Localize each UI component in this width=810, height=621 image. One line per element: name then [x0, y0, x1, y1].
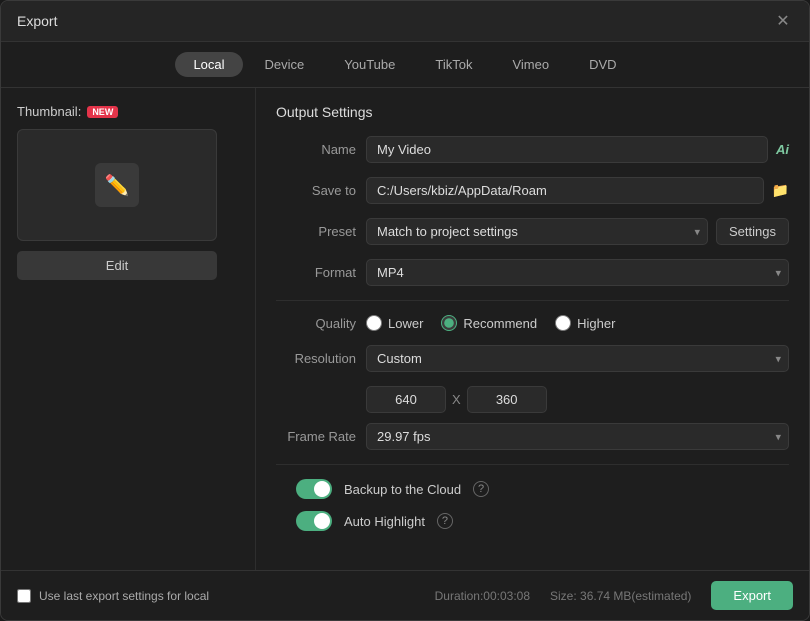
thumbnail-text: Thumbnail:	[17, 104, 81, 119]
framerate-row: Frame Rate 29.97 fps 24 fps 30 fps 60 fp…	[276, 423, 789, 450]
tab-dvd[interactable]: DVD	[571, 52, 634, 77]
left-panel: Thumbnail: NEW ✏️ Edit	[1, 88, 256, 570]
divider-1	[276, 300, 789, 301]
thumbnail-preview: ✏️	[17, 129, 217, 241]
autohighlight-help-icon[interactable]: ?	[437, 513, 453, 529]
quality-lower-label: Lower	[388, 316, 423, 331]
last-settings-label: Use last export settings for local	[39, 589, 209, 603]
resolution-select-wrap: Custom 1920x1080 1280x720	[366, 345, 789, 372]
quality-recommend-label: Recommend	[463, 316, 537, 331]
footer-right: Duration:00:03:08 Size: 36.74 MB(estimat…	[435, 581, 793, 610]
format-select[interactable]: MP4 MOV AVI	[366, 259, 789, 286]
window-title: Export	[17, 13, 57, 29]
backup-label: Backup to the Cloud	[344, 482, 461, 497]
format-row: Format MP4 MOV AVI	[276, 259, 789, 286]
resolution-label: Resolution	[276, 351, 356, 366]
framerate-select[interactable]: 29.97 fps 24 fps 30 fps 60 fps	[366, 423, 789, 450]
main-content: Thumbnail: NEW ✏️ Edit Output Settings N…	[1, 88, 809, 570]
quality-lower-radio[interactable]	[366, 315, 382, 331]
format-control: MP4 MOV AVI	[366, 259, 789, 286]
resolution-row: Resolution Custom 1920x1080 1280x720	[276, 345, 789, 372]
resolution-inputs: X	[366, 386, 789, 413]
preset-row: Preset Match to project settings Setting…	[276, 218, 789, 245]
quality-lower[interactable]: Lower	[366, 315, 423, 331]
export-button[interactable]: Export	[711, 581, 793, 610]
framerate-control: 29.97 fps 24 fps 30 fps 60 fps	[366, 423, 789, 450]
backup-help-icon[interactable]: ?	[473, 481, 489, 497]
right-panel: Output Settings Name Ai Save to 📁 Pres	[256, 88, 809, 570]
quality-control: Lower Recommend Higher	[366, 315, 789, 331]
preset-control: Match to project settings Settings	[366, 218, 789, 245]
export-window: Export ✕ Local Device YouTube TikTok Vim…	[0, 0, 810, 621]
folder-icon[interactable]: 📁	[772, 182, 789, 199]
settings-button[interactable]: Settings	[716, 218, 789, 245]
divider-2	[276, 464, 789, 465]
quality-higher-label: Higher	[577, 316, 615, 331]
tab-local[interactable]: Local	[175, 52, 242, 77]
edit-thumbnail-button[interactable]: Edit	[17, 251, 217, 280]
height-input[interactable]	[467, 386, 547, 413]
framerate-select-wrap: 29.97 fps 24 fps 30 fps 60 fps	[366, 423, 789, 450]
saveto-input[interactable]	[366, 177, 764, 204]
backup-toggle[interactable]	[296, 479, 332, 499]
duration-info: Duration:00:03:08	[435, 589, 530, 603]
titlebar: Export ✕	[1, 1, 809, 42]
ai-icon[interactable]: Ai	[776, 142, 789, 157]
footer: Use last export settings for local Durat…	[1, 570, 809, 620]
name-row: Name Ai	[276, 136, 789, 163]
saveto-label: Save to	[276, 183, 356, 198]
name-control: Ai	[366, 136, 789, 163]
quality-recommend[interactable]: Recommend	[441, 315, 537, 331]
format-label: Format	[276, 265, 356, 280]
thumbnail-icon: ✏️	[95, 163, 139, 207]
name-label: Name	[276, 142, 356, 157]
tab-tiktok[interactable]: TikTok	[417, 52, 490, 77]
resolution-control: Custom 1920x1080 1280x720	[366, 345, 789, 372]
close-button[interactable]: ✕	[773, 11, 793, 31]
backup-row: Backup to the Cloud ?	[296, 479, 789, 499]
quality-recommend-radio[interactable]	[441, 315, 457, 331]
tab-device[interactable]: Device	[247, 52, 323, 77]
size-info: Size: 36.74 MB(estimated)	[550, 589, 691, 603]
framerate-label: Frame Rate	[276, 429, 356, 444]
tab-youtube[interactable]: YouTube	[326, 52, 413, 77]
thumbnail-header: Thumbnail: NEW	[17, 104, 118, 119]
quality-higher[interactable]: Higher	[555, 315, 615, 331]
quality-options: Lower Recommend Higher	[366, 315, 615, 331]
x-separator: X	[452, 392, 461, 407]
preset-select-wrap: Match to project settings	[366, 218, 708, 245]
quality-label: Quality	[276, 316, 356, 331]
footer-left: Use last export settings for local	[17, 589, 209, 603]
autohighlight-label: Auto Highlight	[344, 514, 425, 529]
preset-label: Preset	[276, 224, 356, 239]
tab-bar: Local Device YouTube TikTok Vimeo DVD	[1, 42, 809, 88]
section-title: Output Settings	[276, 104, 789, 120]
format-select-wrap: MP4 MOV AVI	[366, 259, 789, 286]
autohighlight-row: Auto Highlight ?	[296, 511, 789, 531]
width-input[interactable]	[366, 386, 446, 413]
autohighlight-toggle[interactable]	[296, 511, 332, 531]
name-input[interactable]	[366, 136, 768, 163]
tab-vimeo[interactable]: Vimeo	[494, 52, 567, 77]
new-badge: NEW	[87, 106, 118, 118]
quality-higher-radio[interactable]	[555, 315, 571, 331]
saveto-row: Save to 📁	[276, 177, 789, 204]
preset-select[interactable]: Match to project settings	[366, 218, 708, 245]
saveto-control: 📁	[366, 177, 789, 204]
resolution-select[interactable]: Custom 1920x1080 1280x720	[366, 345, 789, 372]
last-settings-checkbox[interactable]	[17, 589, 31, 603]
quality-row: Quality Lower Recommend High	[276, 315, 789, 331]
